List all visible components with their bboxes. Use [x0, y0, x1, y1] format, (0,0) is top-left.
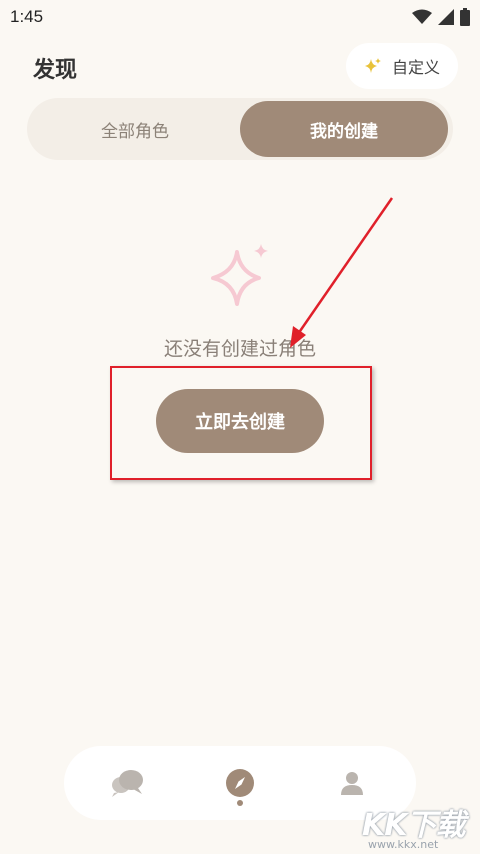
nav-item-discover[interactable] — [200, 746, 280, 820]
page-title: 发现 — [33, 58, 78, 83]
watermark-url: www.kkx.net — [368, 838, 439, 851]
compass-icon — [226, 769, 254, 797]
signal-icon — [438, 9, 454, 25]
sparkle-icon — [211, 244, 268, 306]
tab-my-creations[interactable]: 我的创建 — [240, 101, 448, 157]
segmented-tabs: 全部角色 我的创建 — [27, 98, 453, 160]
customize-label: 自定义 — [391, 58, 440, 77]
person-icon — [341, 772, 363, 795]
empty-state: 还没有创建过角色 立即去创建 — [0, 236, 480, 480]
watermark: KK下载 www.kkx.net — [362, 800, 480, 854]
wifi-icon — [412, 9, 432, 24]
status-icons — [412, 8, 470, 26]
active-indicator-dot — [237, 800, 243, 806]
empty-message: 还没有创建过角色 — [163, 338, 316, 360]
status-time: 1:45 — [10, 7, 44, 26]
watermark-logo: KK下载 — [362, 808, 466, 843]
create-now-button[interactable]: 立即去创建 — [156, 389, 324, 453]
chat-bubbles-icon — [112, 770, 143, 797]
nav-item-chat[interactable] — [87, 746, 167, 820]
status-bar: 1:45 — [0, 0, 480, 34]
battery-icon — [460, 8, 470, 26]
customize-button[interactable]: 自定义 — [346, 43, 458, 89]
sparkle-icon — [364, 58, 381, 73]
header: 发现 自定义 — [0, 38, 480, 94]
tab-all-characters[interactable]: 全部角色 — [30, 101, 240, 157]
